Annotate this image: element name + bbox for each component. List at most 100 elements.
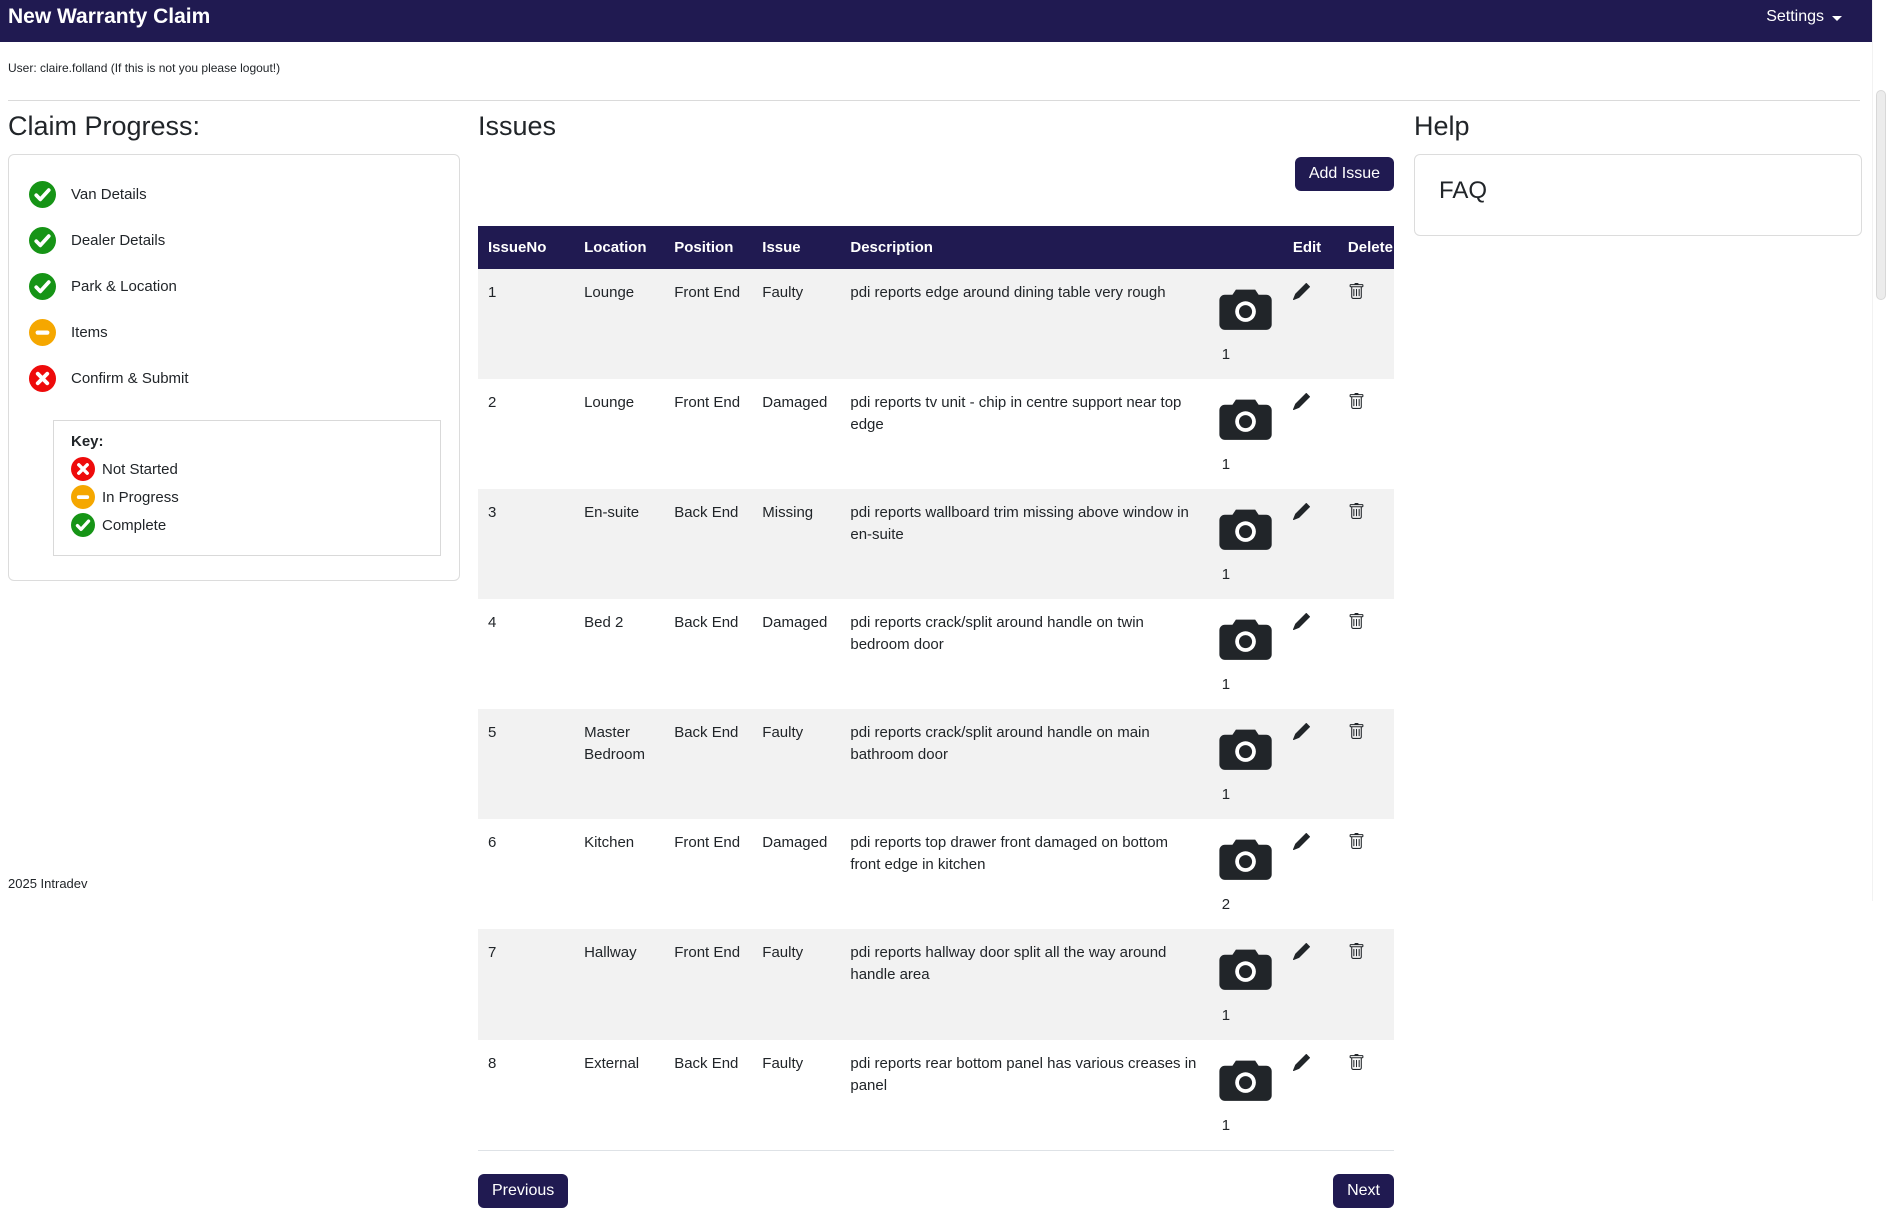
cell-position: Front End — [664, 929, 752, 1039]
edit-pencil-icon[interactable] — [1293, 833, 1310, 850]
header-issue: Issue — [752, 226, 840, 269]
delete-trash-icon[interactable] — [1348, 833, 1365, 850]
table-row: 6 Kitchen Front End Damaged pdi reports … — [478, 819, 1394, 929]
progress-step-label: Van Details — [71, 186, 147, 203]
cell-position: Front End — [664, 379, 752, 489]
edit-pencil-icon[interactable] — [1293, 283, 1310, 300]
cell-position: Front End — [664, 269, 752, 379]
settings-dropdown[interactable]: Settings — [1766, 8, 1842, 26]
claim-progress-heading: Claim Progress: — [8, 111, 460, 142]
cell-delete — [1338, 929, 1394, 1039]
cell-issue: Faulty — [752, 269, 840, 379]
header-description: Description — [840, 226, 1207, 269]
edit-pencil-icon[interactable] — [1293, 1054, 1310, 1071]
edit-pencil-icon[interactable] — [1293, 723, 1310, 740]
faq-card: FAQ — [1414, 154, 1862, 236]
camera-icon — [1218, 1095, 1273, 1112]
delete-trash-icon[interactable] — [1348, 283, 1365, 300]
previous-button[interactable]: Previous — [478, 1174, 568, 1208]
progress-step: Park & Location — [29, 273, 443, 300]
progress-step: Dealer Details — [29, 227, 443, 254]
photo-count: 2 — [1222, 896, 1230, 913]
issues-table-header: IssueNo Location Position Issue Descript… — [478, 226, 1394, 269]
issues-heading: Issues — [478, 111, 1394, 142]
cell-location: Master Bedroom — [574, 709, 664, 819]
cell-photos: 1 — [1208, 489, 1283, 599]
cell-issueno: 7 — [478, 929, 574, 1039]
delete-trash-icon[interactable] — [1348, 943, 1365, 960]
cell-delete — [1338, 709, 1394, 819]
camera-icon — [1218, 544, 1273, 561]
issues-toolbar: Add Issue — [478, 157, 1394, 191]
cell-description: pdi reports hallway door split all the w… — [840, 929, 1207, 1039]
header-position: Position — [664, 226, 752, 269]
delete-trash-icon[interactable] — [1348, 723, 1365, 740]
claim-progress-card: Van Details Dealer Details Park & Locati… — [8, 154, 460, 581]
key-item-label: Not Started — [102, 461, 178, 478]
table-row: 4 Bed 2 Back End Damaged pdi reports cra… — [478, 599, 1394, 709]
cell-photos: 1 — [1208, 379, 1283, 489]
progress-step: Confirm & Submit — [29, 365, 443, 392]
table-row: 7 Hallway Front End Faulty pdi reports h… — [478, 929, 1394, 1039]
key-heading: Key: — [71, 433, 430, 450]
cell-delete — [1338, 599, 1394, 709]
cell-edit — [1283, 819, 1338, 929]
edit-pencil-icon[interactable] — [1293, 393, 1310, 410]
page-title: New Warranty Claim — [8, 5, 210, 29]
cell-description: pdi reports top drawer front damaged on … — [840, 819, 1207, 929]
camera-icon — [1218, 764, 1273, 781]
edit-pencil-icon[interactable] — [1293, 503, 1310, 520]
next-button[interactable]: Next — [1333, 1174, 1394, 1208]
photo-count: 1 — [1222, 786, 1230, 803]
key-item-label: In Progress — [102, 489, 179, 506]
cell-delete — [1338, 269, 1394, 379]
cell-description: pdi reports tv unit - chip in centre sup… — [840, 379, 1207, 489]
cell-issueno: 4 — [478, 599, 574, 709]
cell-position: Back End — [664, 599, 752, 709]
user-bar-text: User: claire.folland (If this is not you… — [8, 61, 280, 75]
edit-pencil-icon[interactable] — [1293, 943, 1310, 960]
camera-icon — [1218, 654, 1273, 671]
scrollbar-thumb[interactable] — [1876, 90, 1886, 300]
cell-location: Bed 2 — [574, 599, 664, 709]
header-issueno: IssueNo — [478, 226, 574, 269]
status-icon — [71, 513, 95, 537]
add-issue-button[interactable]: Add Issue — [1295, 157, 1394, 191]
issues-column: Issues Add Issue IssueNo Location Positi… — [468, 101, 1404, 1208]
delete-trash-icon[interactable] — [1348, 1054, 1365, 1071]
photo-count: 1 — [1222, 566, 1230, 583]
delete-trash-icon[interactable] — [1348, 613, 1365, 630]
cell-location: Hallway — [574, 929, 664, 1039]
cell-issue: Faulty — [752, 709, 840, 819]
cell-photos: 2 — [1208, 819, 1283, 929]
progress-step-label: Dealer Details — [71, 232, 165, 249]
delete-trash-icon[interactable] — [1348, 503, 1365, 520]
cell-issue: Damaged — [752, 599, 840, 709]
cell-edit — [1283, 709, 1338, 819]
header-edit: Edit — [1283, 226, 1338, 269]
progress-step-label: Confirm & Submit — [71, 370, 189, 387]
key-item-label: Complete — [102, 517, 166, 534]
cell-position: Front End — [664, 819, 752, 929]
key-item: Not Started — [71, 457, 430, 481]
key-item: Complete — [71, 513, 430, 537]
cell-edit — [1283, 269, 1338, 379]
camera-icon — [1218, 434, 1273, 451]
camera-icon — [1218, 985, 1273, 1002]
delete-trash-icon[interactable] — [1348, 393, 1365, 410]
cell-location: External — [574, 1040, 664, 1151]
status-icon — [29, 319, 56, 346]
cell-issueno: 5 — [478, 709, 574, 819]
vertical-scrollbar[interactable] — [1872, 0, 1888, 901]
cell-edit — [1283, 489, 1338, 599]
user-bar: User: claire.folland (If this is not you… — [8, 42, 1860, 101]
progress-step: Van Details — [29, 181, 443, 208]
cell-description: pdi reports edge around dining table ver… — [840, 269, 1207, 379]
faq-accordion-item[interactable]: FAQ — [1439, 177, 1837, 205]
cell-photos: 1 — [1208, 929, 1283, 1039]
camera-icon — [1218, 874, 1273, 891]
status-icon — [29, 273, 56, 300]
cell-edit — [1283, 599, 1338, 709]
claim-progress-steps: Van Details Dealer Details Park & Locati… — [29, 181, 443, 392]
edit-pencil-icon[interactable] — [1293, 613, 1310, 630]
